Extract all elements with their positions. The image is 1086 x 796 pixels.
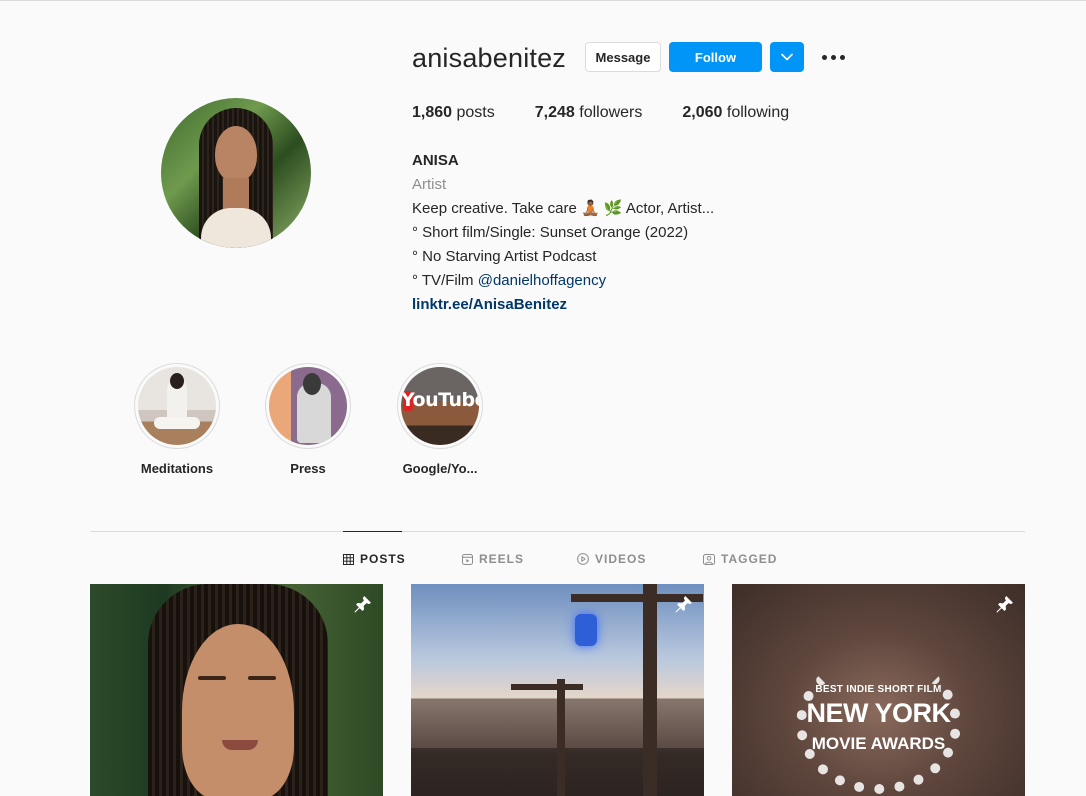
profile-category: Artist [412, 176, 447, 193]
highlight-cover-image [269, 367, 347, 445]
followers-stat[interactable]: 7,248 followers [535, 104, 643, 122]
following-stat[interactable]: 2,060 following [682, 104, 789, 122]
post-thumbnail[interactable]: BEST INDIE SHORT FILM NEW YORK MOVIE AWA… [732, 584, 1025, 796]
following-count: 2,060 [682, 104, 723, 121]
posts-count: 1,860 [412, 104, 453, 121]
tagged-icon [703, 553, 715, 565]
message-button[interactable]: Message [585, 42, 661, 72]
play-circle-icon [577, 553, 589, 565]
more-dot-icon [839, 54, 845, 60]
grid-icon [343, 553, 354, 565]
following-label: following [726, 104, 790, 121]
followers-count: 7,248 [534, 104, 575, 121]
tab-label: TAGGED [721, 552, 778, 566]
suggested-accounts-button[interactable] [770, 42, 804, 72]
post-thumbnail[interactable] [411, 584, 704, 796]
tab-tagged[interactable]: TAGGED [703, 551, 777, 567]
tab-reels[interactable]: REELS [462, 551, 524, 567]
post-overlay-text: MOVIE AWARDS [811, 734, 946, 753]
profile-stats: 1,860 posts 7,248 followers 2,060 follow… [412, 104, 829, 122]
more-options-button[interactable] [818, 44, 848, 70]
tab-label: REELS [479, 552, 525, 566]
bio-line: ° No Starving Artist Podcast [412, 248, 597, 265]
tabs-divider [90, 531, 1025, 532]
highlight-ring [265, 363, 351, 449]
follow-button[interactable]: Follow [669, 42, 762, 72]
profile-page: anisabenitez Message Follow 1,860 posts … [0, 0, 1086, 796]
youtube-logo-text: YouTube [401, 389, 479, 411]
highlight-ring [134, 363, 220, 449]
chevron-down-icon [781, 53, 793, 61]
highlight-label: Press [290, 461, 326, 476]
post-overlay-text: NEW YORK [806, 698, 951, 728]
highlight-google-youtube[interactable]: YouTube Google/Yo... [390, 363, 490, 476]
highlight-cover-image [138, 367, 216, 445]
post-overlay-text: BEST INDIE SHORT FILM [815, 684, 942, 695]
pin-icon [675, 596, 692, 613]
highlight-meditations[interactable]: Meditations [127, 363, 227, 476]
reels-icon [462, 553, 473, 565]
post-thumbnail[interactable] [90, 584, 383, 796]
bio-line: Keep creative. Take care 🧘🏾 🌿 Actor, Art… [412, 200, 715, 217]
tab-label: POSTS [360, 552, 406, 566]
bio-line: ° Short film/Single: Sunset Orange (2022… [412, 224, 689, 241]
profile-username: anisabenitez [412, 43, 567, 73]
pin-icon [354, 596, 371, 613]
tab-posts[interactable]: POSTS [343, 551, 406, 567]
mention-link[interactable]: @danielhoffagency [478, 272, 606, 289]
highlight-label: Meditations [140, 461, 214, 476]
highlight-label: Google/Yo... [402, 461, 478, 476]
tab-label: VIDEOS [595, 552, 647, 566]
pin-icon [996, 596, 1013, 613]
tab-videos[interactable]: VIDEOS [577, 551, 646, 567]
highlight-ring: YouTube [397, 363, 483, 449]
more-dot-icon [830, 54, 836, 60]
profile-bio: ANISA Artist Keep creative. Take care 🧘🏾… [412, 149, 714, 317]
posts-count-stat: 1,860 posts [412, 104, 495, 122]
active-tab-indicator [343, 531, 402, 532]
external-link[interactable]: linktr.ee/AnisaBenitez [412, 293, 714, 317]
bio-line: ° TV/Film @danielhoffagency [412, 269, 714, 293]
profile-avatar[interactable] [161, 98, 311, 248]
more-dot-icon [821, 54, 827, 60]
profile-full-name: ANISA [412, 152, 459, 169]
posts-label: posts [456, 104, 495, 121]
bio-line-prefix: ° TV/Film [412, 272, 478, 289]
followers-label: followers [579, 104, 643, 121]
highlight-press[interactable]: Press [258, 363, 358, 476]
highlight-cover-image: YouTube [401, 367, 479, 445]
